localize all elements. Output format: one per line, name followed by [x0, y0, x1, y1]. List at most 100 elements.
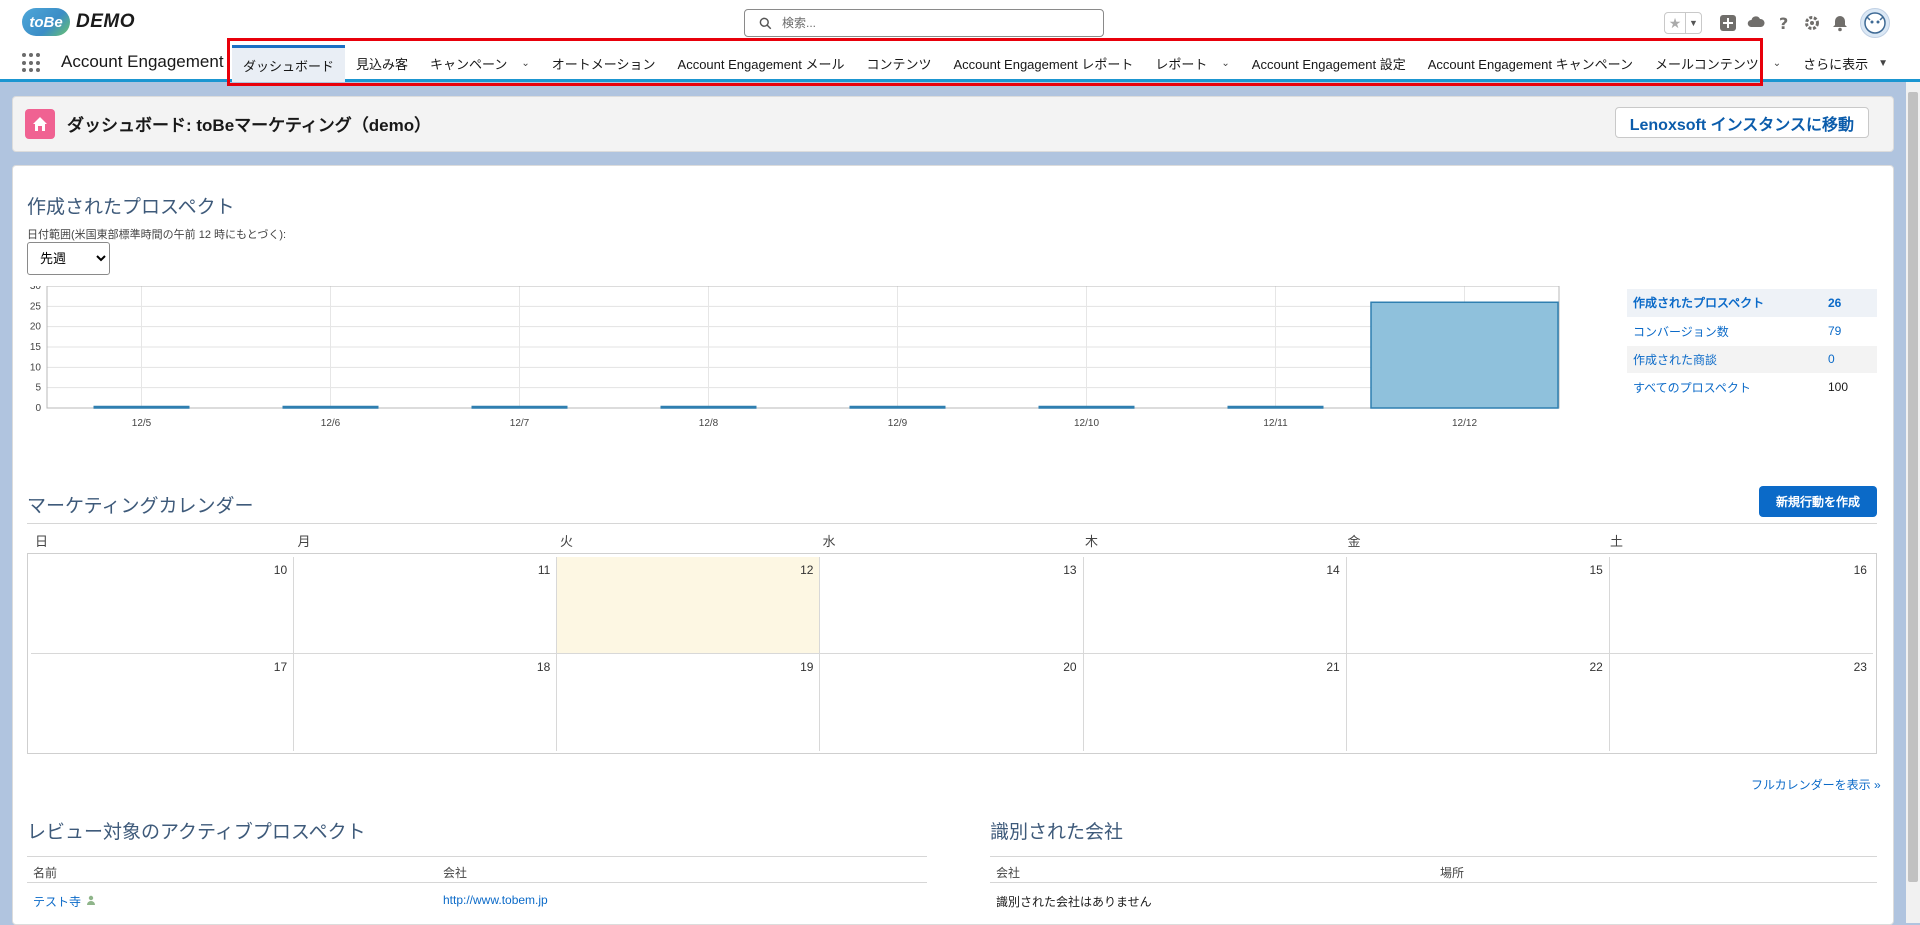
x-tick-label: 12/7 — [510, 418, 530, 429]
prospect-stats-table: 作成されたプロスペクト 26 コンバージョン数 79 作成された商談 0 すべて… — [1627, 289, 1877, 402]
y-tick-label: 10 — [30, 362, 42, 373]
stat-label-link[interactable]: 作成された商談 — [1627, 345, 1827, 374]
notifications-bell-icon[interactable] — [1828, 11, 1852, 35]
calendar-date: 18 — [536, 660, 551, 674]
calendar-day-cell[interactable]: 22 — [1347, 654, 1610, 751]
calendar-date: 23 — [1853, 660, 1867, 674]
calendar-day-cell[interactable]: 23 — [1610, 654, 1873, 751]
tab-ae-reports[interactable]: Account Engagement レポート — [942, 45, 1144, 82]
tab-automation[interactable]: オートメーション — [541, 45, 667, 82]
calendar-day-cell[interactable]: 21 — [1084, 654, 1347, 751]
app-name: Account Engagement — [61, 52, 224, 71]
stat-label-link[interactable]: コンバージョン数 — [1627, 317, 1827, 346]
tab-email-content[interactable]: メールコンテンツ ⌄ — [1644, 45, 1792, 82]
calendar-day-cell[interactable]: 15 — [1346, 557, 1610, 654]
tab-ae-settings[interactable]: Account Engagement 設定 — [1241, 45, 1417, 82]
tab-ae-campaigns[interactable]: Account Engagement キャンペーン — [1417, 45, 1644, 82]
calendar-date: 20 — [1063, 660, 1077, 674]
stat-label-link[interactable]: すべてのプロスペクト — [1627, 373, 1827, 402]
calendar-day-cell[interactable]: 14 — [1083, 557, 1347, 654]
move-instance-button[interactable]: Lenoxsoft インスタンスに移動 — [1614, 107, 1869, 138]
stats-row: 作成されたプロスペクト 26 — [1627, 289, 1877, 318]
calendar-day-cell[interactable]: 10 — [31, 557, 295, 654]
global-header: toBe DEMO ★ ▼ ? — [0, 0, 1920, 45]
prospects-section-title: 作成されたプロスペクト — [27, 197, 235, 218]
help-icon[interactable]: ? — [1772, 11, 1796, 35]
logo[interactable]: toBe DEMO — [22, 8, 135, 36]
weekday-label: 土 — [1610, 534, 1624, 549]
column-header-location[interactable]: 場所 — [1440, 864, 1464, 881]
active-prospects-title: レビュー対象のアクティブプロスペクト — [27, 822, 366, 843]
prospects-bar-chart: 0 5 10 15 20 25 30 12/5 12/6 12/7 12/8 12/9 12/10 12/… — [30, 286, 1560, 429]
stat-label-link[interactable]: 作成されたプロスペクト — [1627, 289, 1827, 318]
stats-row: 作成された商談 0 — [1627, 345, 1877, 374]
calendar-divider — [27, 523, 1877, 524]
tab-dashboard[interactable]: ダッシュボード — [232, 45, 346, 82]
stat-value-link[interactable]: 26 — [1827, 289, 1877, 318]
global-actions-icon[interactable] — [1716, 11, 1740, 35]
favorites-group[interactable]: ★ ▼ — [1664, 12, 1702, 34]
calendar-section-title: マーケティングカレンダー — [27, 496, 254, 517]
chevron-down-icon[interactable]: ⌄ — [521, 58, 529, 69]
person-icon — [87, 895, 95, 905]
search-input[interactable] — [780, 15, 1080, 31]
calendar-date: 17 — [273, 660, 288, 674]
nav-tabs: ダッシュボード 見込み客 キャンペーン ⌄ オートメーション Account En… — [232, 45, 1899, 82]
scrollbar-thumb[interactable] — [1908, 92, 1918, 882]
empty-companies-message: 識別された会社はありません — [996, 895, 1152, 909]
full-calendar-link[interactable]: フルカレンダーを表示 » — [1751, 776, 1881, 793]
calendar-date: 13 — [1063, 563, 1077, 577]
setup-gear-icon[interactable] — [1800, 11, 1824, 35]
x-tick-label: 12/10 — [1074, 418, 1099, 429]
calendar-weekday-header: 日 月 火 水 木 金 土 — [27, 531, 1877, 550]
chevron-down-icon[interactable]: ⌄ — [1221, 58, 1229, 69]
tab-campaigns[interactable]: キャンペーン ⌄ — [419, 45, 541, 82]
logo-text: DEMO — [76, 11, 135, 32]
chevron-down-icon[interactable]: ⌄ — [1773, 58, 1781, 69]
page-scrollbar[interactable] — [1906, 82, 1920, 923]
search-box[interactable] — [744, 9, 1104, 37]
prospect-company-link[interactable]: http://www.tobem.jp — [443, 893, 548, 907]
column-header-company[interactable]: 会社 — [996, 864, 1020, 881]
calendar-day-cell[interactable]: 18 — [294, 654, 558, 751]
trailhead-cloud-icon[interactable] — [1744, 11, 1768, 35]
user-avatar[interactable] — [1860, 8, 1890, 38]
active-prospects-header-divider — [27, 882, 927, 883]
calendar-day-cell[interactable]: 16 — [1609, 557, 1873, 654]
weekday-label: 月 — [297, 534, 311, 549]
calendar-day-cell[interactable]: 13 — [820, 557, 1084, 654]
tab-more[interactable]: さらに表示 ▼ — [1792, 45, 1899, 82]
identified-companies-title: 識別された会社 — [990, 822, 1124, 843]
y-tick-label: 5 — [35, 383, 41, 394]
stat-value-link[interactable]: 79 — [1827, 317, 1877, 346]
star-icon[interactable]: ★ — [1665, 13, 1685, 33]
calendar-date: 22 — [1589, 660, 1603, 674]
calendar-day-cell[interactable]: 19 — [557, 654, 821, 751]
chart-bar — [1038, 405, 1135, 409]
avatar-icon — [1864, 12, 1886, 34]
stat-value-link[interactable]: 0 — [1827, 345, 1877, 374]
chart-bar — [849, 405, 946, 409]
tab-content[interactable]: コンテンツ — [855, 45, 942, 82]
calendar-day-cell[interactable]: 17 — [31, 654, 295, 751]
calendar-day-cell-today[interactable]: 12 — [557, 557, 821, 654]
y-tick-label: 25 — [30, 301, 42, 312]
tab-reports[interactable]: レポート ⌄ — [1144, 45, 1240, 82]
column-header-company[interactable]: 会社 — [443, 864, 467, 881]
tab-ae-email[interactable]: Account Engagement メール — [667, 45, 856, 82]
tab-prospects[interactable]: 見込み客 — [345, 45, 419, 82]
calendar-day-cell[interactable]: 11 — [294, 557, 558, 654]
stats-row: すべてのプロスペクト 100 — [1627, 373, 1877, 402]
favorites-dropdown-icon[interactable]: ▼ — [1685, 13, 1701, 33]
new-activity-button[interactable]: 新規行動を作成 — [1759, 486, 1877, 517]
prospect-name-link[interactable]: テスト寺 — [33, 893, 81, 910]
x-tick-label: 12/5 — [132, 418, 152, 429]
caret-down-icon: ▼ — [1878, 58, 1889, 69]
date-range-select[interactable]: 先週 — [27, 242, 110, 275]
calendar-day-cell[interactable]: 20 — [820, 654, 1084, 751]
chart-bar — [93, 405, 190, 409]
calendar-date: 10 — [273, 563, 288, 577]
calendar-grid: 10 11 12 13 14 15 16 17 18 19 20 21 22 2… — [27, 553, 1877, 754]
app-launcher-icon[interactable] — [22, 53, 42, 73]
column-header-name[interactable]: 名前 — [33, 864, 57, 881]
